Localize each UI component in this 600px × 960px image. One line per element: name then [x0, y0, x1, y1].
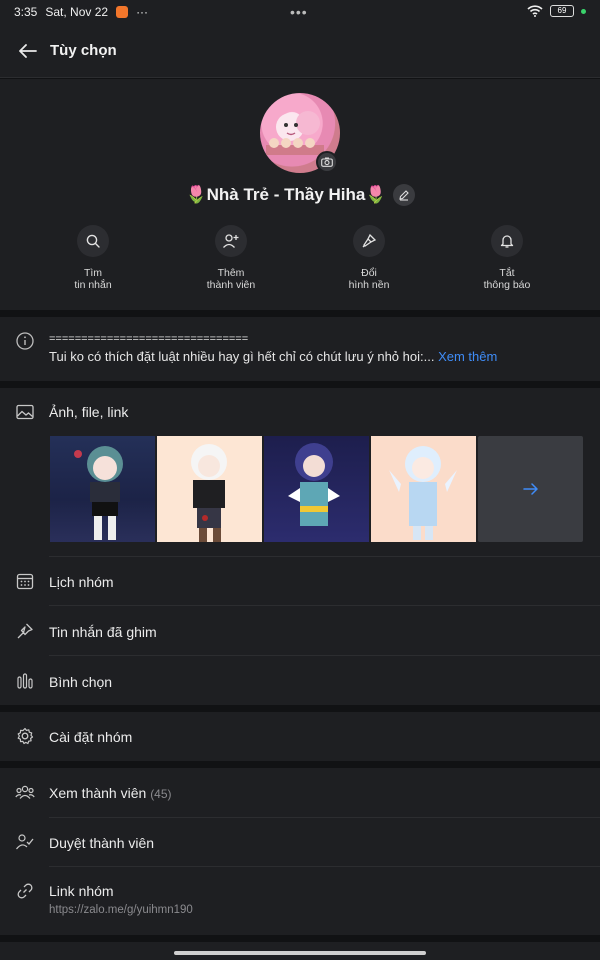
see-all-media-button[interactable]: [478, 436, 583, 542]
media-thumbnails: [50, 436, 583, 542]
menu-pinned-messages[interactable]: Tin nhắn đã ghim: [49, 624, 157, 640]
poll-icon: [15, 671, 35, 691]
divider: [49, 866, 600, 867]
action-label: Thêm thành viên: [206, 267, 256, 291]
action-label: Tìm tin nhắn: [74, 267, 112, 291]
menu-group-link[interactable]: Link nhóm: [49, 883, 114, 899]
paint-brush-icon[interactable]: [353, 225, 385, 257]
members-icon: [15, 782, 35, 802]
change-wallpaper-action[interactable]: Đổi hình nền: [300, 225, 438, 295]
active-dot-icon: [581, 8, 586, 14]
arrow-left-icon: [19, 43, 37, 58]
arrow-right-icon: [522, 483, 538, 495]
menu-poll[interactable]: Bình chọn: [49, 674, 112, 690]
status-overflow: ···: [136, 5, 149, 19]
menu-calendar[interactable]: Lịch nhóm: [49, 574, 114, 590]
add-member-action[interactable]: Thêm thành viên: [162, 225, 300, 295]
edit-name-button[interactable]: [392, 184, 415, 206]
change-avatar-button[interactable]: [316, 151, 338, 173]
divider: [49, 556, 600, 557]
media-thumbnail[interactable]: [50, 436, 155, 542]
description-line-2: Tui ko có thích đặt luật nhiều hay gì hế…: [49, 349, 497, 364]
divider: [49, 655, 600, 656]
divider: [49, 605, 600, 606]
see-more-link[interactable]: Xem thêm: [438, 349, 497, 364]
multitask-dots[interactable]: •••: [290, 4, 308, 20]
link-icon: [15, 881, 35, 901]
menu-view-members[interactable]: Xem thành viên (45): [49, 785, 172, 801]
group-settings-section: Cài đặt nhóm: [0, 712, 600, 761]
calendar-icon: [15, 571, 35, 591]
media-thumbnail[interactable]: [157, 436, 262, 542]
add-member-icon[interactable]: [215, 225, 247, 257]
mute-notifications-action[interactable]: Tắt thông báo: [438, 225, 576, 295]
group-description[interactable]: =============================== Tui ko c…: [0, 317, 600, 381]
pencil-icon: [398, 190, 409, 201]
menu-group-settings[interactable]: Cài đặt nhóm: [49, 729, 132, 745]
menu-approve-members[interactable]: Duyệt thành viên: [49, 835, 154, 851]
back-button[interactable]: [16, 39, 40, 63]
battery-indicator: 69: [550, 5, 574, 17]
gear-icon: [15, 726, 35, 746]
description-line-1: ===============================: [49, 333, 249, 345]
approve-member-icon: [15, 832, 35, 852]
action-label: Đổi hình nền: [348, 267, 390, 291]
media-section: Ảnh, file, link Lịch nhóm Tin nhắn đã gh…: [0, 388, 600, 705]
app-notification-icon: [116, 6, 129, 18]
group-name-row: 🌷Nhà Trẻ - Thầy Hiha🌷: [0, 183, 600, 207]
bell-icon[interactable]: [491, 225, 523, 257]
status-bar: 3:35 Sat, Nov 22 ··· ••• 69: [0, 0, 600, 24]
group-profile: 🌷Nhà Trẻ - Thầy Hiha🌷 Tìm tin nhắn Thêm th…: [0, 79, 600, 310]
search-messages-action[interactable]: Tìm tin nhắn: [24, 225, 162, 295]
search-icon[interactable]: [77, 225, 109, 257]
divider: [49, 817, 600, 818]
view-members-label: Xem thành viên: [49, 785, 147, 801]
media-thumbnail[interactable]: [371, 436, 476, 542]
member-count: (45): [150, 787, 172, 801]
pin-icon: [15, 621, 35, 641]
top-app-bar: Tùy chọn: [0, 24, 600, 78]
members-section: Xem thành viên (45) Duyệt thành viên Lin…: [0, 768, 600, 935]
action-label: Tắt thông báo: [483, 267, 531, 291]
camera-icon: [321, 157, 333, 167]
group-avatar-container[interactable]: [260, 93, 340, 173]
group-name: 🌷Nhà Trẻ - Thầy Hiha🌷: [185, 185, 387, 204]
image-icon: [15, 402, 35, 422]
clock: 3:35: [14, 5, 38, 19]
group-link-url[interactable]: https://zalo.me/g/yuihmn190: [49, 904, 193, 916]
description-text: Tui ko có thích đặt luật nhiều hay gì hế…: [49, 349, 435, 364]
quick-actions: Tìm tin nhắn Thêm thành viên Đổi hình nền: [0, 225, 600, 295]
wifi-icon: [527, 5, 543, 17]
date: Sat, Nov 22: [45, 5, 109, 19]
media-thumbnail[interactable]: [264, 436, 369, 542]
home-indicator[interactable]: [174, 951, 426, 955]
media-title[interactable]: Ảnh, file, link: [49, 404, 128, 420]
page-title: Tùy chọn: [50, 42, 117, 59]
info-icon: [15, 331, 35, 351]
